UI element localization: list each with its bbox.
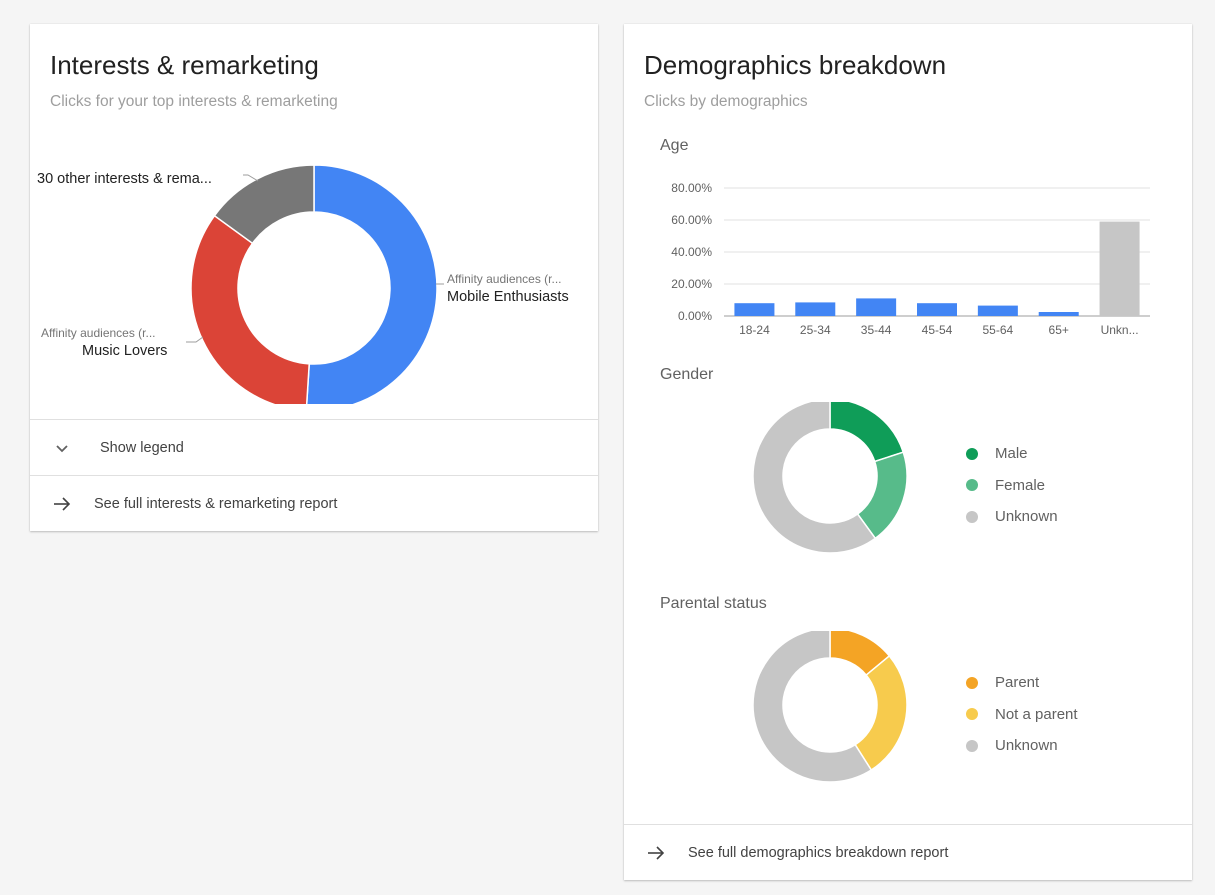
age-x-tick-label: 35-44 <box>861 323 892 337</box>
age-bar-18-24[interactable] <box>734 303 775 316</box>
music-leader-line <box>186 336 204 343</box>
age-bar-35-44[interactable] <box>856 298 897 316</box>
gender-section-label: Gender <box>660 366 714 383</box>
demographics-report-link[interactable]: See full demographics breakdown report <box>624 824 1192 880</box>
age-bar-unkn[interactable] <box>1099 221 1140 316</box>
legend-item-label: Parent <box>995 674 1040 692</box>
demographics-card-subtitle: Clicks by demographics <box>644 93 808 110</box>
not-a-parent-legend-dot <box>966 708 978 721</box>
gender-unknown-legend-dot <box>966 510 978 523</box>
male-legend-dot <box>966 447 978 460</box>
age-x-tick-label: 18-24 <box>739 323 770 337</box>
age-x-tick-label: Unkn... <box>1101 323 1139 337</box>
parental-legend: Parent Not a parent Unknown <box>966 667 1078 762</box>
demographics-card: Demographics breakdown Clicks by demogra… <box>624 24 1192 880</box>
age-bar-65[interactable] <box>1038 312 1079 316</box>
donut-slice-male[interactable] <box>829 402 905 463</box>
legend-item-label: Not a parent <box>995 705 1078 723</box>
legend-item-parent[interactable]: Parent <box>966 667 1078 699</box>
music-slice-label: Music Lovers <box>82 343 167 359</box>
arrow-right-icon <box>646 843 666 863</box>
age-y-tick-label: 20.00% <box>671 277 712 291</box>
chevron-down-icon <box>52 438 72 458</box>
demographics-report-link-label: See full demographics breakdown report <box>688 844 949 861</box>
show-legend-label: Show legend <box>100 439 184 456</box>
age-y-tick-label: 80.00% <box>671 181 712 195</box>
female-legend-dot <box>966 479 978 492</box>
legend-item-label: Unknown <box>995 508 1058 526</box>
parental-unknown-legend-dot <box>966 739 978 752</box>
gender-donut-chart <box>752 402 908 554</box>
age-bar-25-34[interactable] <box>795 302 836 316</box>
age-x-tick-label: 45-54 <box>922 323 953 337</box>
age-bar-45-54[interactable] <box>917 303 957 316</box>
legend-item-parental-unknown[interactable]: Unknown <box>966 730 1078 762</box>
gender-legend: Male Female Unknown <box>966 438 1058 533</box>
mobile-slice-label: Mobile Enthusiasts <box>447 289 569 305</box>
age-bar-chart: 0.00% 20.00% 40.00% 60.00% 80.00% 18-24 25-34 3… <box>671 181 1150 337</box>
age-y-tick-label: 0.00% <box>678 309 712 323</box>
interests-report-link-label: See full interests & remarketing report <box>94 495 338 512</box>
age-section-label: Age <box>660 137 689 154</box>
donut-slice-mobile-enthusiasts[interactable] <box>305 164 438 404</box>
age-y-tick-label: 40.00% <box>671 245 712 259</box>
donut-slice-not-a-parent[interactable] <box>854 654 908 772</box>
interests-card-title: Interests & remarketing <box>50 50 319 80</box>
parent-legend-dot <box>966 676 978 689</box>
interests-report-link[interactable]: See full interests & remarketing report <box>30 475 598 531</box>
age-x-tick-label: 55-64 <box>983 323 1014 337</box>
age-x-tick-label: 25-34 <box>800 323 831 337</box>
legend-item-not-a-parent[interactable]: Not a parent <box>966 699 1078 731</box>
legend-item-label: Male <box>995 445 1028 463</box>
other-leader-line <box>243 174 259 182</box>
other-slice-label: 30 other interests & rema... <box>37 171 212 187</box>
interests-donut-chart: 30 other interests & rema... Affinity au… <box>37 164 569 404</box>
music-slice-category: Affinity audiences (r... <box>41 326 156 340</box>
donut-slice-music-lovers[interactable] <box>190 214 311 404</box>
legend-item-gender-unknown[interactable]: Unknown <box>966 501 1058 533</box>
parental-section-label: Parental status <box>660 595 767 612</box>
interests-card-subtitle: Clicks for your top interests & remarket… <box>50 93 338 110</box>
legend-item-female[interactable]: Female <box>966 470 1058 502</box>
age-bar-55-64[interactable] <box>977 305 1018 316</box>
demographics-card-title: Demographics breakdown <box>644 50 947 80</box>
legend-item-label: Female <box>995 476 1046 494</box>
interests-card: Interests & remarketing Clicks for your … <box>30 24 598 531</box>
legend-item-male[interactable]: Male <box>966 438 1058 470</box>
legend-item-label: Unknown <box>995 737 1058 755</box>
mobile-slice-category: Affinity audiences (r... <box>447 272 562 286</box>
age-y-tick-label: 60.00% <box>671 213 712 227</box>
show-legend-toggle[interactable]: Show legend <box>30 419 598 475</box>
arrow-right-icon <box>52 494 72 514</box>
age-x-tick-label: 65+ <box>1049 323 1069 337</box>
parental-donut-chart <box>752 631 908 783</box>
